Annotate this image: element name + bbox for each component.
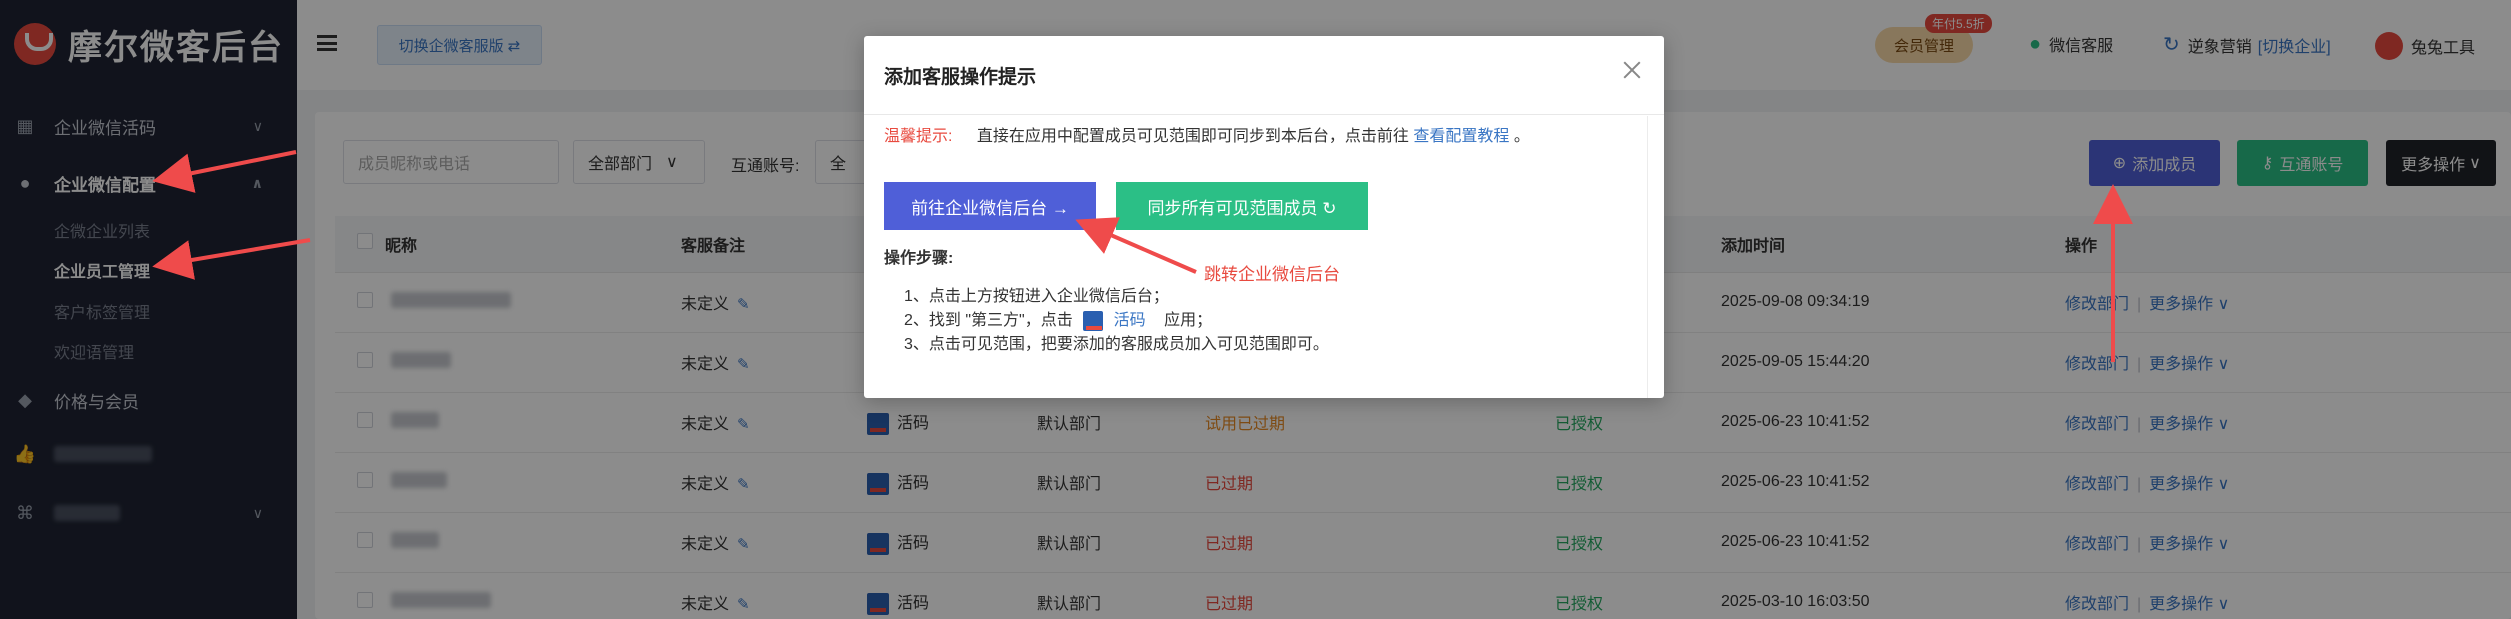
divider [864, 114, 1664, 115]
step-2-prefix: 2、找到 "第三方"，点击 [904, 312, 1073, 329]
goto-wecom-button[interactable]: 前往企业微信后台 → [884, 182, 1096, 230]
tip-line: 温馨提示: 直接在应用中配置成员可见范围即可同步到本后台，点击前往 查看配置教程… [884, 122, 1530, 146]
step-2: 2、找到 "第三方"，点击 活码 应用； [904, 306, 1212, 331]
huoma-app-link[interactable]: 活码 [1114, 312, 1146, 329]
step-1: 1、点击上方按钮进入企业微信后台； [904, 288, 1169, 305]
sync-members-button[interactable]: 同步所有可见范围成员 ↻ [1116, 182, 1368, 230]
step-3: 3、点击可见范围，把要添加的客服成员加入可见范围即可。 [904, 336, 1329, 353]
step-2-suffix: 应用； [1164, 312, 1213, 329]
tip-label: 温馨提示: [884, 128, 953, 145]
steps-title: 操作步骤: [884, 250, 954, 267]
dialog-title: 添加客服操作提示 [884, 67, 1037, 88]
tip-end: 。 [1513, 128, 1530, 145]
annotation-label: 跳转企业微信后台 [1204, 265, 1340, 284]
scrollbar-track[interactable] [1647, 116, 1648, 398]
add-service-dialog: 添加客服操作提示 温馨提示: 直接在应用中配置成员可见范围即可同步到本后台，点击… [864, 36, 1664, 398]
close-icon[interactable] [1620, 58, 1644, 82]
config-tutorial-link[interactable]: 查看配置教程 [1413, 128, 1509, 145]
huoma-app-icon [1083, 310, 1104, 331]
tip-text: 直接在应用中配置成员可见范围即可同步到本后台，点击前往 [976, 128, 1409, 145]
